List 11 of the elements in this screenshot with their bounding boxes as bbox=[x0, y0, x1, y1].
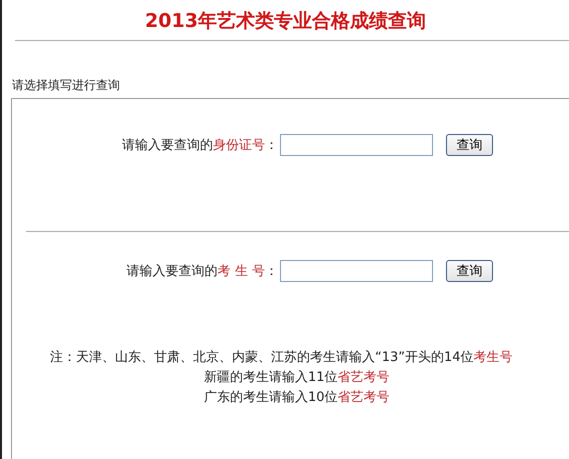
input-field[interactable] bbox=[280, 134, 433, 156]
field-label: 请输入要查询的考 生 号： bbox=[126, 263, 278, 280]
instruction-text: 请选择填写进行查询 bbox=[12, 77, 121, 94]
note-text: 注：天津、山东、甘肃、北京、内蒙、江苏的考生请输入“13”开头的14位考生号 bbox=[50, 349, 513, 367]
field-label: 请输入要查询的身份证号： bbox=[121, 137, 278, 154]
page-title: 2013年艺术类专业合格成绩查询 bbox=[144, 9, 427, 34]
note-text: 新疆的考生请输入11位省艺考号 bbox=[204, 369, 390, 387]
input-field[interactable] bbox=[280, 260, 433, 282]
query-button[interactable]: 查询 bbox=[446, 134, 493, 156]
note-text: 广东的考生请输入10位省艺考号 bbox=[204, 389, 390, 407]
query-button[interactable]: 查询 bbox=[446, 260, 493, 282]
